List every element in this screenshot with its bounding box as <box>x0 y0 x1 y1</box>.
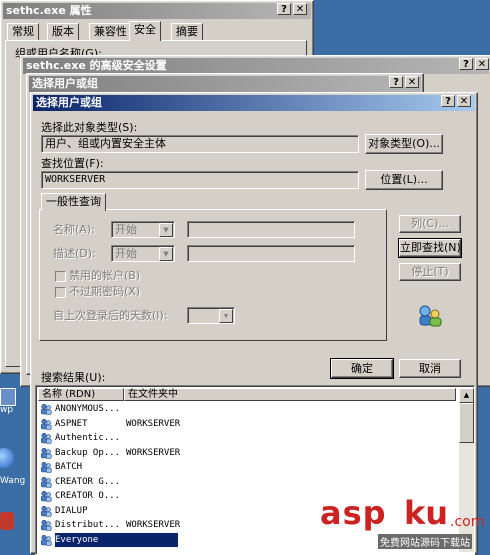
row-name: Distribut... <box>55 520 121 530</box>
object-type-field: 用户、组或内置安全主体 <box>41 135 359 153</box>
location-button[interactable]: 位置(L)... <box>365 170 443 190</box>
tab-general-query[interactable]: 一般性查询 <box>41 193 106 211</box>
help-icon[interactable]: ? <box>441 95 455 107</box>
watermark-tld: .com <box>450 514 485 530</box>
table-row[interactable]: CREATOR G... <box>38 475 458 489</box>
table-row[interactable]: BATCH <box>38 460 458 474</box>
days-since-logon-combo[interactable]: ▼ <box>187 307 235 324</box>
row-folder: WORKSERVER <box>126 418 181 429</box>
disabled-accounts-label: 禁用的帐户(B) <box>69 269 141 282</box>
row-name: BATCH <box>55 462 83 472</box>
table-row[interactable]: Backup Op... WORKSERVER <box>38 446 458 460</box>
desc-input[interactable] <box>187 245 355 262</box>
name-input[interactable] <box>187 221 355 238</box>
scroll-thumb[interactable] <box>459 403 474 443</box>
row-folder: WORKSERVER <box>126 447 181 458</box>
columns-button[interactable]: 列(C)... <box>399 215 461 233</box>
properties-titlebar[interactable]: sethc.exe 属性 <box>3 3 311 19</box>
results-label: 搜索结果(U): <box>41 371 106 384</box>
dialog-title: 选择用户或组 <box>36 96 102 109</box>
row-name: Everyone <box>55 532 179 547</box>
object-type-button[interactable]: 对象类型(O)... <box>365 134 443 154</box>
location-field: WORKSERVER <box>41 171 359 189</box>
cancel-button[interactable]: 取消 <box>399 359 461 378</box>
tab-compat[interactable]: 兼容性 <box>89 23 132 40</box>
watermark-brand: asp <box>320 494 387 532</box>
user-group-icon <box>40 447 52 459</box>
user-group-icon <box>40 432 52 444</box>
advanced-title: sethc.exe 的高级安全设置 <box>26 59 167 72</box>
user-group-icon <box>40 476 52 488</box>
desktop-label-1: wp <box>0 405 14 415</box>
user-group-icon <box>40 418 52 430</box>
location-label: 查找位置(F): <box>41 157 104 170</box>
user-group-icon <box>40 490 52 502</box>
tab-summary[interactable]: 摘要 <box>171 23 203 40</box>
search-people-icon <box>415 301 445 331</box>
row-name: DIALUP <box>55 505 88 516</box>
ok-button[interactable]: 确定 <box>330 358 394 379</box>
tab-security[interactable]: 安全 <box>129 21 161 41</box>
user-group-icon <box>40 534 52 546</box>
object-type-label: 选择此对象类型(S): <box>41 121 138 134</box>
dialog-titlebar[interactable]: 选择用户或组 <box>33 95 475 111</box>
row-folder: WORKSERVER <box>126 520 181 530</box>
col-header-folder[interactable]: 在文件夹中 <box>124 388 456 401</box>
scroll-up-button[interactable]: ▲ <box>459 388 474 403</box>
user-group-icon <box>40 403 52 415</box>
row-name: ASPNET <box>55 418 88 429</box>
row-name: ANONYMOUS... <box>55 404 121 414</box>
desktop-label-2: Wang <box>0 476 26 486</box>
find-now-button[interactable]: 立即查找(N) <box>398 238 462 258</box>
row-name: Backup Op... <box>55 447 121 458</box>
name-operator-combo[interactable]: 开始 ▼ <box>111 221 175 238</box>
desktop-globe-icon[interactable] <box>0 448 14 468</box>
desktop-app-icon[interactable] <box>0 512 14 530</box>
outer-select-title: 选择用户或组 <box>32 77 98 90</box>
close-icon[interactable]: ✕ <box>405 76 419 88</box>
row-name: Authentic... <box>55 433 121 443</box>
row-name: CREATOR O... <box>55 491 121 501</box>
desc-operator-value: 开始 <box>115 247 137 260</box>
no-expire-label: 不过期密码(X) <box>69 285 141 298</box>
select-users-dialog: 选择用户或组 ? ✕ 选择此对象类型(S): 用户、组或内置安全主体 对象类型(… <box>30 92 478 555</box>
col-header-name[interactable]: 名称 (RDN) <box>38 388 124 401</box>
user-group-icon <box>40 519 52 531</box>
name-label: 名称(A): <box>53 223 95 236</box>
name-operator-value: 开始 <box>115 223 137 236</box>
days-since-logon-label: 自上次登录后的天数(I): <box>53 309 168 322</box>
outer-select-titlebar[interactable]: 选择用户或组 <box>29 76 421 92</box>
user-group-icon <box>40 505 52 517</box>
properties-title: sethc.exe 属性 <box>6 4 92 17</box>
desktop-icon-1[interactable] <box>0 388 16 406</box>
desc-operator-combo[interactable]: 开始 ▼ <box>111 245 175 262</box>
close-icon[interactable]: ✕ <box>457 95 471 107</box>
row-name: CREATOR G... <box>55 476 121 487</box>
disabled-accounts-checkbox[interactable] <box>55 271 66 282</box>
chevron-down-icon[interactable]: ▼ <box>219 309 233 323</box>
close-icon[interactable]: ✕ <box>293 3 307 15</box>
watermark-tagline: 免费网站源码下载站 <box>378 534 472 549</box>
advanced-titlebar[interactable]: sethc.exe 的高级安全设置 <box>23 58 489 74</box>
watermark: asp ku .com 免费网站源码下载站 <box>318 494 490 552</box>
tab-version[interactable]: 版本 <box>47 23 79 40</box>
help-icon[interactable]: ? <box>459 58 473 70</box>
table-row[interactable]: ANONYMOUS... <box>38 402 458 416</box>
tab-general[interactable]: 常规 <box>7 23 39 40</box>
desc-label: 描述(D): <box>53 247 96 260</box>
close-icon[interactable]: ✕ <box>475 58 489 70</box>
chevron-down-icon[interactable]: ▼ <box>159 247 173 261</box>
watermark-brand-2: ku <box>404 494 449 532</box>
stop-button[interactable]: 停止(T) <box>399 263 461 281</box>
no-expire-checkbox[interactable] <box>55 287 66 298</box>
table-row[interactable]: Authentic... <box>38 431 458 445</box>
table-row[interactable]: ASPNET WORKSERVER <box>38 417 458 431</box>
help-icon[interactable]: ? <box>277 3 291 15</box>
help-icon[interactable]: ? <box>389 76 403 88</box>
chevron-down-icon[interactable]: ▼ <box>159 223 173 237</box>
user-group-icon <box>40 461 52 473</box>
